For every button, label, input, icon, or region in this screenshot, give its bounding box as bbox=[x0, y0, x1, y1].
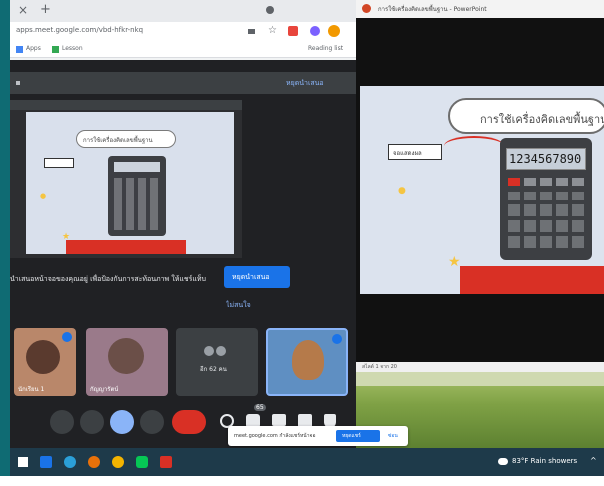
url-text: apps.meet.google.com/vbd-hfkr-nkq bbox=[16, 26, 144, 34]
preview-calc-display bbox=[114, 162, 160, 172]
app-icon-orange[interactable] bbox=[88, 456, 100, 468]
stop-presenting-link[interactable]: หยุดนำเสนอ bbox=[286, 78, 324, 89]
avatar-icon[interactable] bbox=[328, 25, 340, 37]
preview-dot-icon: ● bbox=[40, 192, 47, 200]
preview-red-bar bbox=[66, 240, 186, 254]
share-icon[interactable] bbox=[248, 29, 255, 34]
profile-icon[interactable] bbox=[310, 26, 320, 36]
powerpoint-window: การใช้เครื่องคิดเลขพื้นฐาน - PowerPoint … bbox=[356, 0, 604, 372]
others-avatar-icon bbox=[204, 346, 214, 356]
header-mark bbox=[16, 81, 20, 85]
others-count: อีก 62 คน bbox=[200, 366, 227, 373]
participant-1-name: นักเรียน 1 bbox=[18, 386, 45, 393]
stop-sharing-label: หยุดแชร์ bbox=[342, 433, 361, 439]
preview-slide: การใช้เครื่องคิดเลขพื้นฐาน ★ ● bbox=[26, 112, 234, 254]
present-button[interactable] bbox=[110, 410, 134, 434]
screen-preview: การใช้เครื่องคิดเลขพื้นฐาน ★ ● bbox=[10, 100, 242, 258]
wallpaper-sky bbox=[356, 372, 604, 386]
more-options-icon[interactable] bbox=[332, 334, 342, 344]
preview-calculator bbox=[108, 156, 166, 236]
bookmark-lesson[interactable]: Lesson bbox=[62, 45, 83, 52]
bookmark-apps[interactable]: Apps bbox=[26, 45, 41, 52]
self-tile[interactable] bbox=[266, 328, 348, 396]
stop-sharing-button[interactable]: หยุดแชร์ bbox=[336, 430, 380, 442]
left-edge-frame bbox=[0, 0, 10, 486]
taskbar: 83°F Rain showers ^ bbox=[10, 448, 604, 476]
ppt-title-bar: การใช้เครื่องคิดเลขพื้นฐาน - PowerPoint bbox=[356, 0, 604, 18]
pdf-icon[interactable] bbox=[160, 456, 172, 468]
preview-calc-keys bbox=[114, 178, 160, 230]
dismiss-button[interactable]: ไม่สนใจ bbox=[226, 300, 251, 311]
address-bar[interactable]: apps.meet.google.com/vbd-hfkr-nkq ☆ bbox=[10, 22, 356, 42]
participant-2-video bbox=[108, 338, 144, 374]
ppt-app-icon bbox=[362, 4, 371, 13]
slide-canvas: การใช้เครื่องคิดเลขพื้นฐาน จอแสดงผล 1234… bbox=[360, 86, 604, 294]
chat-icon[interactable] bbox=[272, 414, 286, 426]
arrow-curve bbox=[444, 136, 504, 156]
participant-tile-1[interactable]: นักเรียน 1 bbox=[14, 328, 76, 396]
line-icon[interactable] bbox=[136, 456, 148, 468]
sharing-text: meet.google.com กำลังแชร์หน้าจอ bbox=[234, 433, 316, 439]
mic-icon bbox=[62, 332, 72, 342]
others-avatar-icon-2 bbox=[216, 346, 226, 356]
calc-keys bbox=[508, 192, 584, 252]
participant-2-name: กัญญารัตน์ bbox=[90, 386, 119, 393]
edge-icon[interactable] bbox=[64, 456, 76, 468]
start-icon[interactable] bbox=[18, 457, 28, 467]
bookmark-favicon bbox=[52, 46, 59, 53]
tab-strip: × + bbox=[10, 0, 356, 22]
sharing-notification: meet.google.com กำลังแชร์หน้าจอ หยุดแชร์… bbox=[228, 426, 408, 446]
slide-label-box: จอแสดงผล bbox=[388, 144, 442, 160]
preview-label-box bbox=[44, 158, 74, 168]
file-explorer-icon[interactable] bbox=[40, 456, 52, 468]
participants-badge: 65 bbox=[254, 404, 266, 411]
slide-red-bar bbox=[460, 266, 604, 294]
preview-window-bar bbox=[10, 100, 242, 110]
stop-presenting-label: หยุดนำเสนอ bbox=[232, 273, 270, 281]
preview-title: การใช้เครื่องคิดเลขพื้นฐาน bbox=[83, 137, 153, 144]
bookmarks-bar: Apps Lesson Reading list bbox=[10, 42, 356, 58]
apps-icon[interactable] bbox=[16, 46, 23, 53]
tab-close-icon[interactable]: × bbox=[18, 3, 28, 17]
more-button[interactable] bbox=[140, 410, 164, 434]
browser-window: × + apps.meet.google.com/vbd-hfkr-nkq ☆ … bbox=[10, 0, 356, 448]
new-tab-button[interactable]: + bbox=[40, 2, 51, 17]
dot-decoration-icon: ● bbox=[398, 186, 406, 196]
slide-title-bubble: การใช้เครื่องคิดเลขพื้นฐาน bbox=[448, 98, 604, 134]
calc-display: 1234567890 bbox=[506, 148, 586, 170]
preview-title-bubble: การใช้เครื่องคิดเลขพื้นฐาน bbox=[76, 130, 176, 148]
calc-display-digits: 1234567890 bbox=[509, 152, 582, 166]
reading-list[interactable]: Reading list bbox=[308, 45, 343, 52]
ppt-window-title: การใช้เครื่องคิดเลขพื้นฐาน - PowerPoint bbox=[378, 6, 487, 13]
preview-star-icon: ★ bbox=[62, 232, 71, 242]
hide-button[interactable]: ซ่อน bbox=[388, 432, 398, 440]
slide-label: จอแสดงผล bbox=[393, 150, 422, 157]
tray-chevron-icon[interactable]: ^ bbox=[590, 456, 597, 465]
camera-button[interactable] bbox=[80, 410, 104, 434]
participant-tile-2[interactable]: กัญญารัตน์ bbox=[86, 328, 168, 396]
calculator: 1234567890 bbox=[500, 138, 592, 260]
star-icon[interactable]: ☆ bbox=[268, 25, 277, 36]
calc-keys-top bbox=[524, 178, 584, 186]
self-video bbox=[292, 340, 324, 380]
extension-icon[interactable] bbox=[288, 26, 298, 36]
chrome-icon[interactable] bbox=[112, 456, 124, 468]
stop-presenting-button[interactable]: หยุดนำเสนอ bbox=[224, 266, 290, 288]
mic-button[interactable] bbox=[50, 410, 74, 434]
calc-key-red bbox=[508, 178, 520, 186]
window-minimize-icon[interactable] bbox=[266, 6, 274, 14]
slide-title: การใช้เครื่องคิดเลขพื้นฐาน bbox=[480, 113, 604, 126]
end-call-button[interactable] bbox=[172, 410, 206, 434]
ppt-status-text: สไลด์ 1 จาก 20 bbox=[362, 364, 397, 370]
weather-text[interactable]: 83°F Rain showers bbox=[512, 457, 577, 465]
cloud-icon bbox=[498, 458, 508, 465]
meet-area: หยุดนำเสนอ การใช้เครื่องคิดเลขพื้นฐาน ★ … bbox=[10, 60, 356, 448]
bottom-border bbox=[0, 476, 604, 486]
present-notice: นำเสนอหน้าจอของคุณอยู่ เพื่อป้องกันการสะ… bbox=[10, 275, 206, 283]
ppt-status-bar: สไลด์ 1 จาก 20 bbox=[356, 362, 604, 372]
participant-1-video bbox=[26, 340, 60, 374]
others-tile[interactable]: อีก 62 คน bbox=[176, 328, 258, 396]
star-decoration-icon: ★ bbox=[448, 254, 461, 270]
meet-header-bar: หยุดนำเสนอ bbox=[10, 72, 356, 94]
